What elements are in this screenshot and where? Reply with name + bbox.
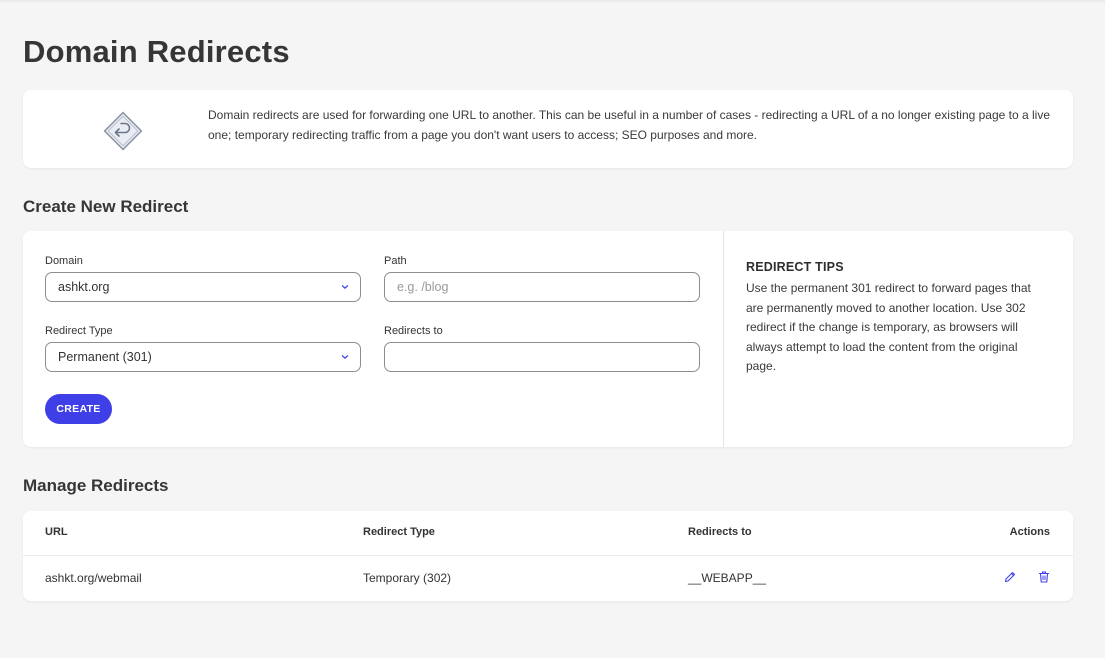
redirect-sign-icon [103, 111, 143, 151]
table-row-target: __WEBAPP__ [688, 571, 767, 585]
chevron-down-icon [341, 285, 349, 289]
redirect-type-field: Redirect Type Permanent (301) [45, 324, 361, 372]
domain-field: Domain ashkt.org [45, 254, 361, 302]
redirect-type-select[interactable]: Permanent (301) [45, 342, 361, 372]
info-card: Domain redirects are used for forwarding… [23, 90, 1073, 168]
table-row-url: ashkt.org/webmail [45, 571, 142, 585]
path-label: Path [384, 255, 407, 267]
tips-title: REDIRECT TIPS [746, 260, 844, 274]
redirect-tips: REDIRECT TIPS Use the permanent 301 redi… [746, 260, 1046, 377]
tips-body: Use the permanent 301 redirect to forwar… [746, 281, 1031, 374]
path-input[interactable]: e.g. /blog [384, 272, 700, 302]
create-button[interactable]: CREATE [45, 394, 112, 424]
redirect-type-label: Redirect Type [45, 325, 113, 337]
path-input-placeholder: e.g. /blog [397, 280, 449, 294]
table-row-type: Temporary (302) [363, 571, 452, 585]
redirects-table: URL Redirect Type Redirects to Actions a… [23, 511, 1073, 601]
column-header-url: URL [45, 526, 68, 538]
trash-icon[interactable] [1037, 570, 1051, 584]
create-redirect-card: Domain ashkt.org Path e.g. /blog Redirec… [23, 231, 1073, 447]
table-divider [23, 555, 1073, 556]
domain-select-value: ashkt.org [58, 280, 110, 294]
redirects-to-field: Redirects to [384, 324, 700, 372]
redirect-type-value: Permanent (301) [58, 350, 152, 364]
column-header-redirects-to: Redirects to [688, 526, 752, 538]
redirects-to-label: Redirects to [384, 325, 443, 337]
domain-select[interactable]: ashkt.org [45, 272, 361, 302]
top-divider [0, 0, 1105, 2]
column-header-redirect-type: Redirect Type [363, 526, 435, 538]
create-section-title: Create New Redirect [23, 197, 189, 216]
path-field: Path e.g. /blog [384, 254, 700, 302]
create-redirect-form: Domain ashkt.org Path e.g. /blog Redirec… [23, 231, 724, 447]
page-title: Domain Redirects [23, 34, 290, 69]
redirects-to-input[interactable] [384, 342, 700, 372]
edit-icon[interactable] [1003, 570, 1017, 584]
chevron-down-icon [341, 355, 349, 359]
info-description: Domain redirects are used for forwarding… [208, 108, 1051, 142]
domain-label: Domain [45, 255, 83, 267]
manage-section-title: Manage Redirects [23, 476, 169, 495]
column-header-actions: Actions [1009, 526, 1050, 538]
